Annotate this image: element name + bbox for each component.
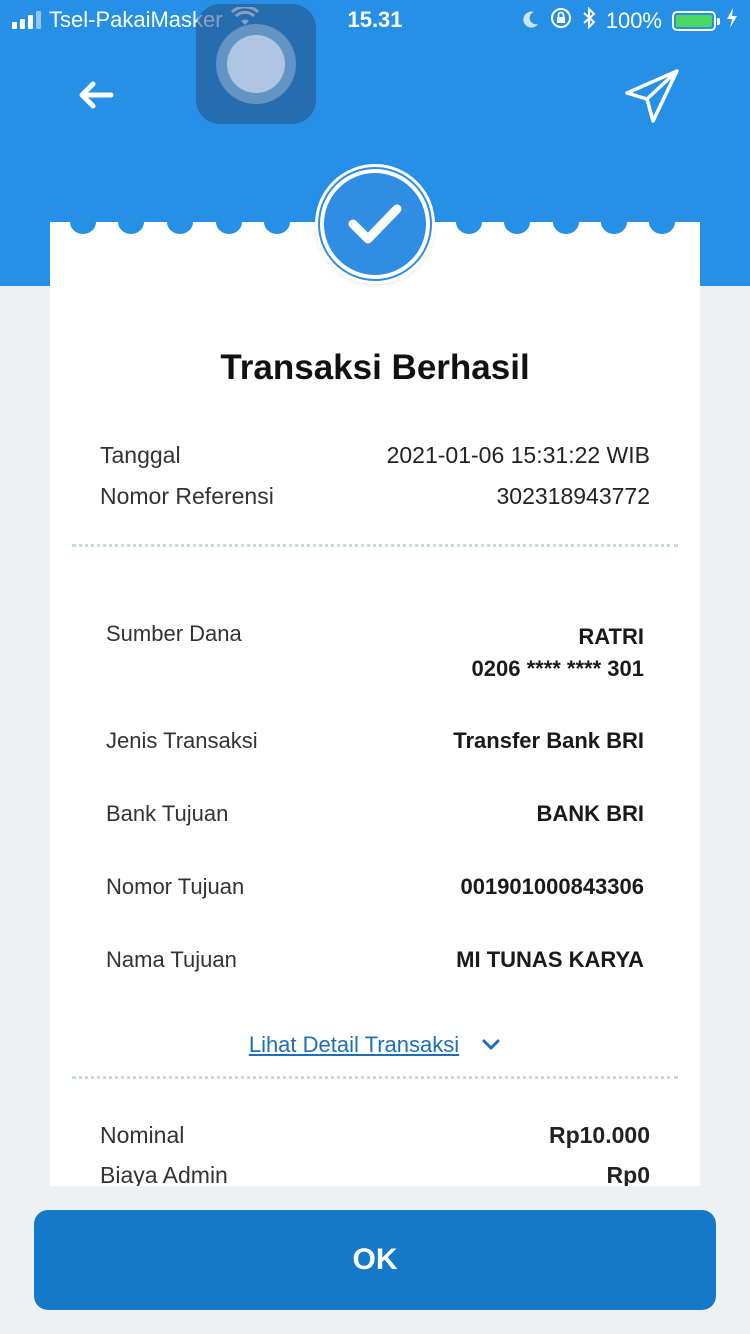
success-badge — [315, 164, 435, 284]
bank-destination-value: BANK BRI — [536, 801, 644, 826]
date-label: Tanggal — [100, 442, 181, 468]
destination-name-value: MI TUNAS KARYA — [456, 947, 644, 972]
destination-number-value: 001901000843306 — [460, 874, 644, 899]
arrow-left-icon — [79, 81, 114, 109]
reference-label: Nomor Referensi — [100, 483, 274, 509]
source-value: RATRI 0206 **** **** 301 — [472, 621, 644, 685]
divider — [72, 1076, 678, 1079]
assistive-touch-ring — [216, 24, 296, 104]
destination-number-label: Nomor Tujuan — [106, 874, 245, 899]
back-button[interactable] — [70, 70, 120, 120]
nominal-row: Nominal Rp10.000 — [100, 1122, 650, 1149]
rotation-lock-icon — [550, 7, 572, 35]
status-right: 100% — [522, 6, 738, 35]
bank-destination-row: Bank Tujuan BANK BRI — [106, 801, 644, 827]
source-name: RATRI — [578, 624, 644, 649]
paper-plane-icon — [625, 69, 679, 123]
destination-number-row: Nomor Tujuan 001901000843306 — [106, 874, 644, 900]
reference-row: Nomor Referensi 302318943772 — [100, 483, 650, 510]
moon-icon — [522, 8, 540, 34]
nominal-label: Nominal — [100, 1122, 185, 1148]
checkmark-icon — [348, 204, 402, 244]
page-title: Transaksi Berhasil — [220, 348, 530, 387]
assistive-touch-button[interactable] — [196, 4, 316, 124]
source-row: Sumber Dana RATRI 0206 **** **** 301 — [106, 621, 644, 685]
bluetooth-icon — [582, 6, 596, 35]
nominal-value: Rp10.000 — [548, 1122, 650, 1148]
admin-fee-value: Rp0 — [606, 1162, 650, 1186]
charging-icon — [726, 8, 738, 34]
chevron-down-icon — [482, 1039, 500, 1050]
divider — [72, 544, 678, 547]
transaction-type-row: Jenis Transaksi Transfer Bank BRI — [106, 728, 644, 754]
transaction-type-label: Jenis Transaksi — [106, 728, 258, 753]
share-button[interactable] — [622, 66, 682, 126]
transaction-type-value: Transfer Bank BRI — [453, 728, 644, 753]
view-detail-label: Lihat Detail Transaksi — [248, 1032, 460, 1057]
battery-icon — [672, 11, 720, 31]
battery-percent: 100% — [605, 8, 662, 33]
ok-button[interactable]: OK — [34, 1210, 716, 1310]
date-row: Tanggal 2021-01-06 15:31:22 WIB — [100, 442, 650, 469]
reference-value: 302318943772 — [496, 483, 651, 509]
receipt-card: Transaksi Berhasil Tanggal 2021-01-06 15… — [50, 222, 700, 1186]
bank-destination-label: Bank Tujuan — [106, 801, 229, 826]
date-value: 2021-01-06 15:31:22 WIB — [386, 442, 650, 468]
admin-fee-row: Biaya Admin Rp0 — [100, 1162, 650, 1186]
destination-name-row: Nama Tujuan MI TUNAS KARYA — [106, 947, 644, 973]
destination-name-label: Nama Tujuan — [106, 947, 237, 972]
status-bar: Tsel-PakaiMasker 15.31 100% — [0, 0, 750, 40]
view-detail-link[interactable]: Lihat Detail Transaksi — [50, 1032, 700, 1058]
admin-fee-label: Biaya Admin — [100, 1162, 228, 1186]
source-account: 0206 **** **** 301 — [471, 656, 644, 681]
source-label: Sumber Dana — [106, 621, 242, 646]
